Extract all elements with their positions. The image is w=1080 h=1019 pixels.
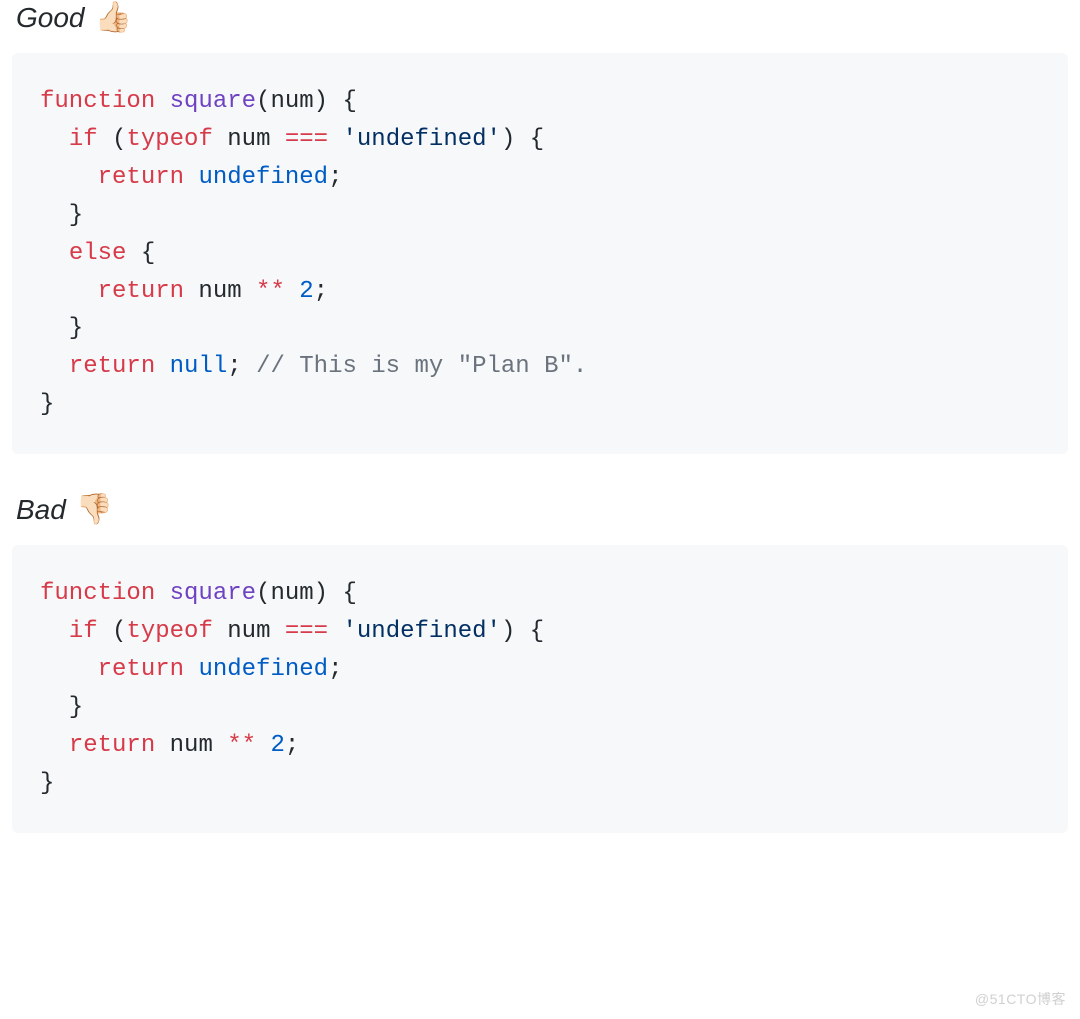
code-token: num [270,88,313,115]
code-block-good: function square(num) { if (typeof num ==… [12,53,1068,454]
code-token: function [40,88,155,115]
code-token: undefined [198,164,328,191]
code-token: return [69,353,155,380]
code-token [40,164,98,191]
code-token: ( [256,580,270,607]
code-token: if [69,126,98,153]
code-token [184,164,198,191]
code-token: === [285,126,328,153]
code-token: num [155,732,227,759]
code-token [328,126,342,153]
code-token [40,732,69,759]
code-token: num [213,618,285,645]
code-token [40,278,98,305]
code-token [40,353,69,380]
code-token: ( [98,618,127,645]
code-token [256,732,270,759]
code-token: return [98,656,184,683]
code-token: ; [285,732,299,759]
code-token: ) { [501,126,544,153]
code-token: num [184,278,256,305]
code-token: } [40,202,83,229]
code-token [285,278,299,305]
code-token: ; [314,278,328,305]
code-token: ; [227,353,256,380]
code-token: undefined [198,656,328,683]
code-token: square [170,88,256,115]
code-token: ; [328,164,342,191]
code-token: 'undefined' [343,126,501,153]
code-token: ( [98,126,127,153]
code-token: null [170,353,228,380]
code-token: ; [328,656,342,683]
code-token [184,656,198,683]
code-token [40,240,69,267]
code-token: { [126,240,155,267]
code-token: num [213,126,285,153]
code-token: } [40,315,83,342]
code-token: ** [256,278,285,305]
section-label-good: Good 👍🏻 [16,0,1068,35]
code-token: ) { [501,618,544,645]
label-text: Good [16,2,85,34]
code-token: === [285,618,328,645]
code-token: 'undefined' [343,618,501,645]
code-token: } [40,694,83,721]
code-token: typeof [126,126,212,153]
code-token: num [270,580,313,607]
code-token [155,353,169,380]
code-token [155,88,169,115]
code-token: return [98,278,184,305]
code-token: ) { [314,88,357,115]
code-block-bad: function square(num) { if (typeof num ==… [12,545,1068,832]
code-token [40,618,69,645]
code-token: ** [227,732,256,759]
code-token [40,656,98,683]
code-token: } [40,770,54,797]
code-token: ( [256,88,270,115]
code-token: 2 [270,732,284,759]
section-label-bad: Bad 👎🏻 [16,492,1068,527]
code-content: function square(num) { if (typeof num ==… [40,575,1040,802]
code-token: if [69,618,98,645]
code-token [40,126,69,153]
label-text: Bad [16,494,66,526]
watermark-text: @51CTO博客 [975,989,1066,1009]
thumbs-down-icon: 👎🏻 [76,492,113,527]
code-token [328,618,342,645]
code-token: typeof [126,618,212,645]
code-token: square [170,580,256,607]
code-token: } [40,391,54,418]
code-token: function [40,580,155,607]
code-token: ) { [314,580,357,607]
code-token: return [69,732,155,759]
thumbs-up-icon: 👍🏻 [95,0,132,35]
code-token: return [98,164,184,191]
code-token [155,580,169,607]
code-token: 2 [299,278,313,305]
document-body: Good 👍🏻 function square(num) { if (typeo… [0,0,1080,891]
code-token: // This is my "Plan B". [256,353,587,380]
code-content: function square(num) { if (typeof num ==… [40,83,1040,424]
code-token: else [69,240,127,267]
